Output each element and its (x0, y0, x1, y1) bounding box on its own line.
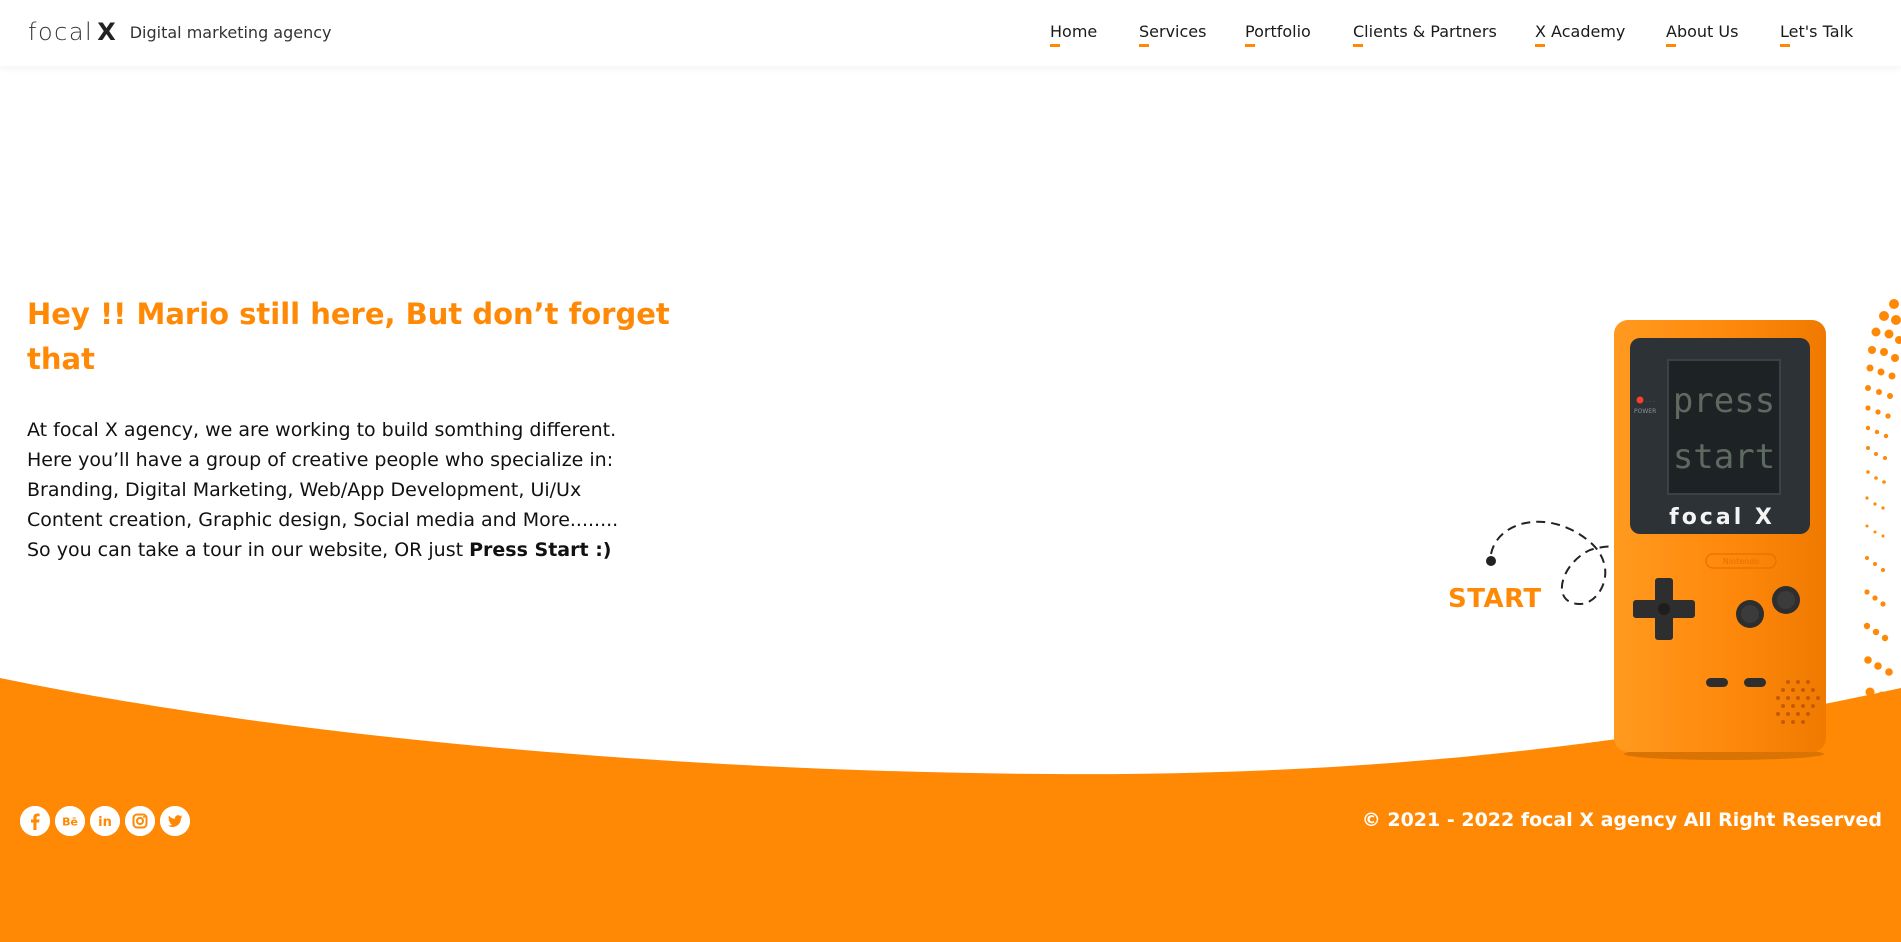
hero-body-line-text: So you can take a tour in our website, O… (27, 539, 470, 561)
select-button-icon (1706, 678, 1728, 687)
social-links: Bē in (20, 806, 190, 836)
start-label[interactable]: START (1448, 584, 1542, 614)
twitter-icon[interactable] (160, 806, 190, 836)
hero-body-line: Here you’ll have a group of creative peo… (27, 449, 614, 471)
screen-text-start: start (1673, 437, 1775, 477)
press-start-cta: Press Start :) (469, 539, 612, 561)
nav-about-us[interactable]: About Us (1666, 22, 1738, 47)
svg-text:· · ·: · · · (1646, 399, 1654, 405)
site-header: focal X Digital marketing agency Home Se… (0, 0, 1901, 66)
nav-lets-talk[interactable]: Let's Talk (1780, 22, 1853, 47)
copyright-text: © 2021 - 2022 focal X agency All Right R… (1361, 809, 1882, 831)
nav-services[interactable]: Services (1139, 22, 1206, 47)
dot-pattern-decoration (1863, 299, 1901, 705)
nav-clients-partners[interactable]: Clients & Partners (1353, 22, 1497, 47)
linkedin-icon[interactable]: in (90, 806, 120, 836)
gameboy-brand: focal X (1669, 505, 1775, 530)
hero-body-line: At focal X agency, we are working to bui… (27, 419, 617, 441)
facebook-icon[interactable] (20, 806, 50, 836)
screen-text-press: press (1673, 381, 1775, 421)
behance-icon[interactable]: Bē (55, 806, 85, 836)
nintendo-label: Nintendo (1723, 557, 1759, 566)
hero-body: At focal X agency, we are working to bui… (27, 415, 727, 565)
hero-body-line-last: So you can take a tour in our website, O… (27, 535, 727, 565)
hero-body-line: Content creation, Graphic design, Social… (27, 509, 619, 531)
start-button-icon (1744, 678, 1766, 687)
main-nav: Home Services Portfolio Clients & Partne… (0, 22, 1901, 50)
nav-x-academy[interactable]: X Academy (1535, 22, 1625, 47)
hero-body-line: Branding, Digital Marketing, Web/App Dev… (27, 479, 582, 501)
power-label: POWER (1634, 408, 1656, 415)
nav-home[interactable]: Home (1050, 22, 1097, 47)
svg-text:in: in (98, 815, 112, 830)
svg-text:Bē: Bē (62, 816, 78, 829)
hero-title: Hey !! Mario still here, But don’t forge… (27, 297, 670, 376)
nav-portfolio[interactable]: Portfolio (1245, 22, 1311, 47)
gameboy-illustration[interactable]: press start · · · POWER focal X Nintendo (1612, 318, 1830, 762)
instagram-icon[interactable] (125, 806, 155, 836)
